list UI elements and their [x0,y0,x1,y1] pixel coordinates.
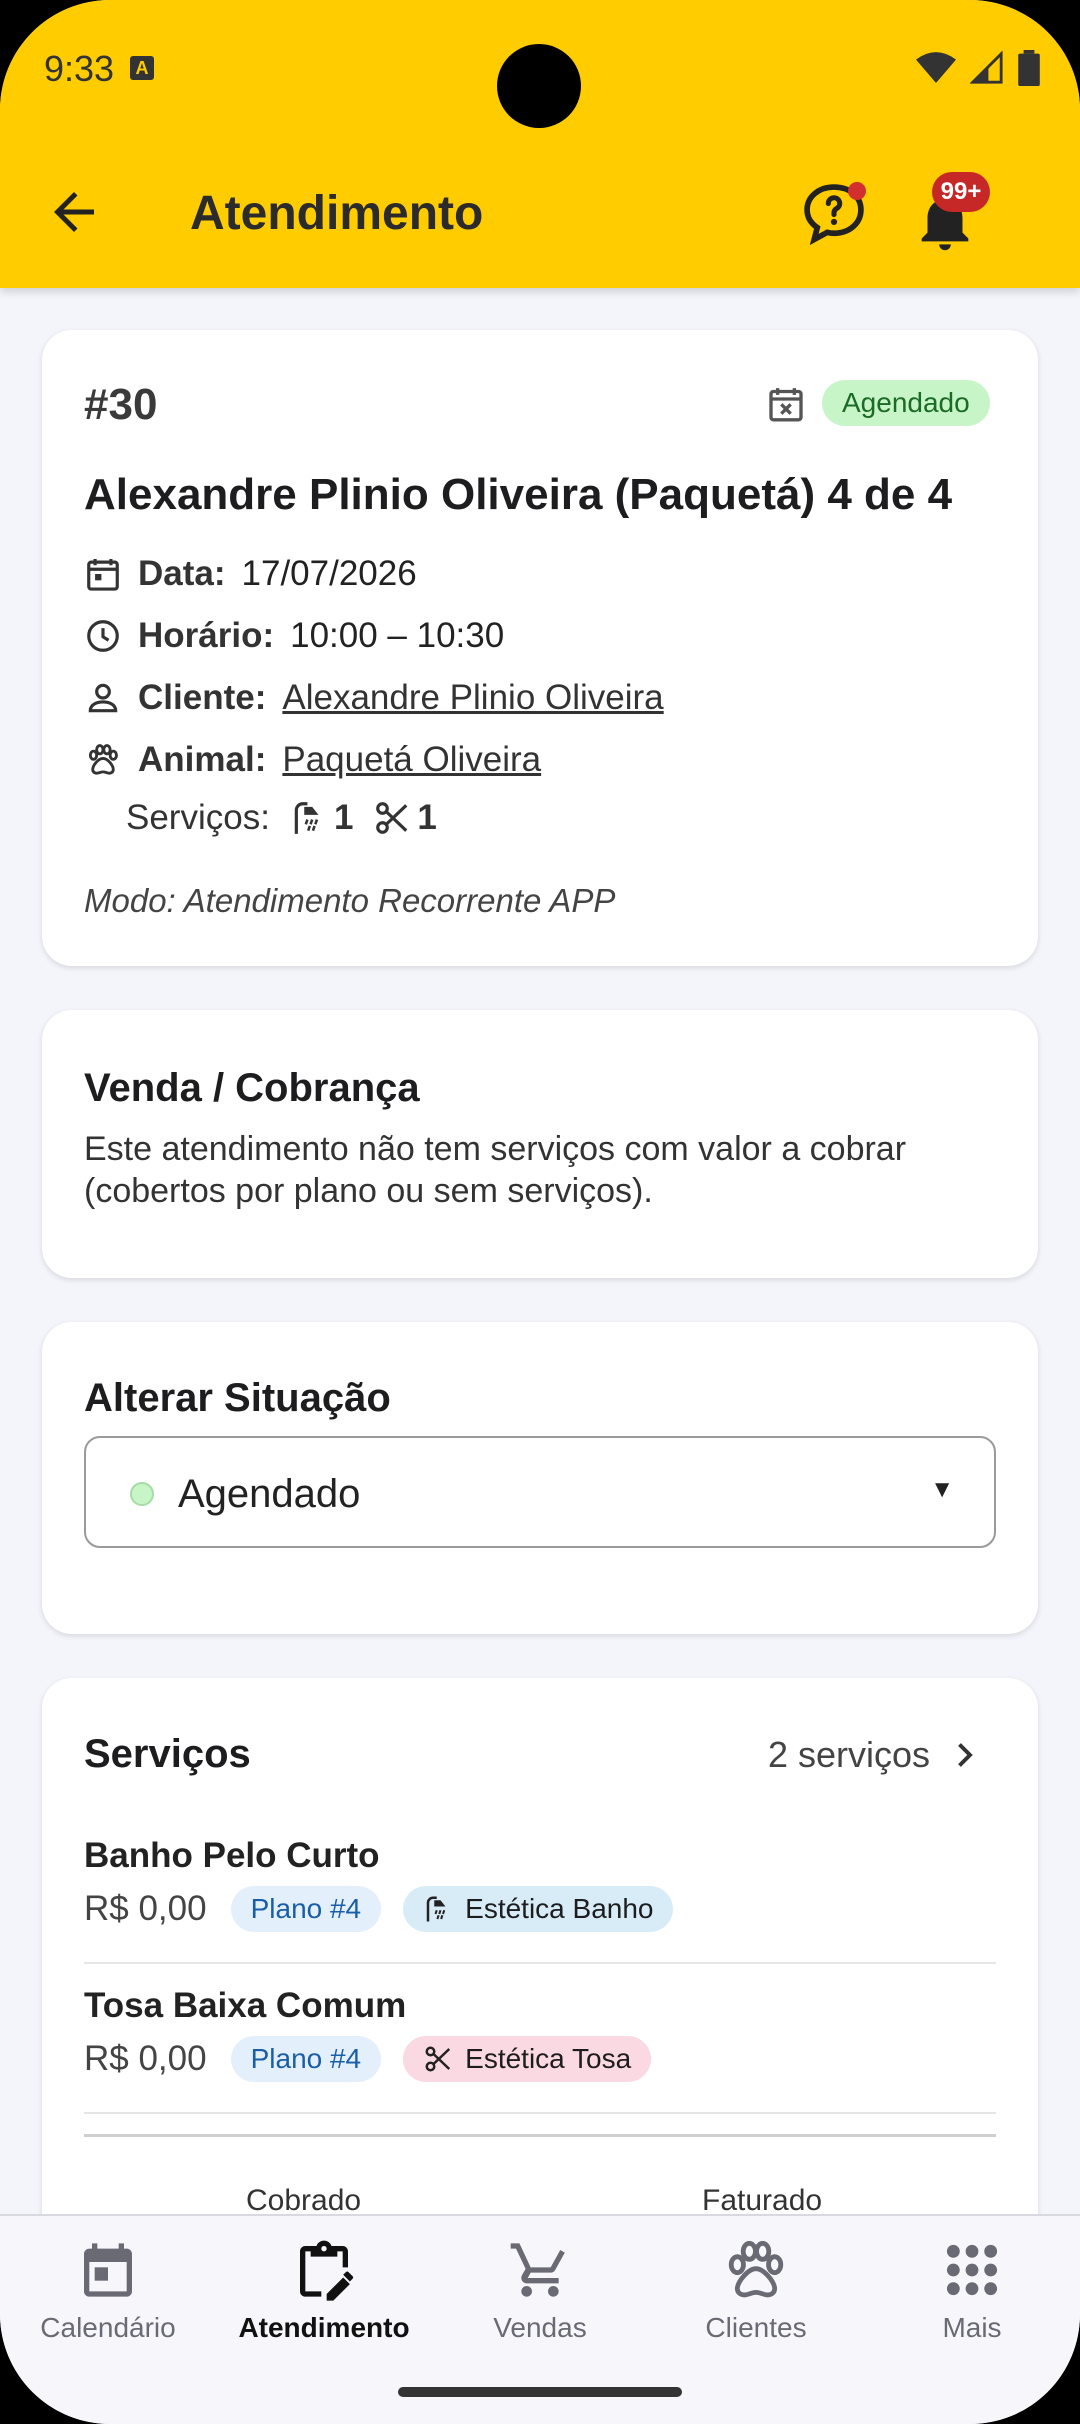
animal-row: Animal: Paquetá Oliveira [84,740,541,780]
services-card: Serviços 2 serviços Banho Pelo Curto R$ … [42,1678,1038,2278]
plan-chip: Plano #4 [230,1886,382,1932]
services-count: 2 serviços [767,1734,930,1775]
person-icon [88,683,118,713]
battery-icon [1018,50,1040,86]
cart-icon [510,2243,565,2297]
gesture-home-bar[interactable] [398,2387,682,2397]
service-name: Banho Pelo Curto [84,1836,380,1875]
status-color-dot [130,1482,154,1506]
services-count-link[interactable]: 2 serviços [768,1734,982,1776]
service-price: R$ 0,00 [84,2039,207,2078]
billing-title: Venda / Cobrança [84,1066,420,1110]
appointment-number: #30 [84,380,158,429]
category-label: Estética Tosa [465,2043,632,2074]
clock-icon [87,620,119,652]
status-select-value: Agendado [178,1472,361,1516]
signal-icon [970,51,1003,84]
camera-cutout [497,44,581,128]
back-arrow-icon[interactable] [44,182,104,242]
status-badge: Agendado [822,380,990,426]
screen: 9:33 A Atendimento 99+ #30 Agendado Alex… [0,0,1080,2424]
services-title: Serviços [84,1732,251,1776]
category-label: Estética Banho [465,1893,654,1924]
nav-label: Mais [942,2312,1002,2343]
calendar-icon [87,558,119,591]
animal-label: Animal: [138,740,267,779]
divider [84,1962,996,1964]
services-summary: Serviços: 1 1 [126,798,437,838]
scissors-icon [376,802,408,834]
nav-clients[interactable]: Clientes [648,2238,864,2344]
change-status-title: Alterar Situação [84,1376,391,1420]
date-value: 17/07/2026 [241,554,417,593]
client-label: Cliente: [138,678,267,717]
appointment-mode: Modo: Atendimento Recorrente APP [84,882,616,919]
app-bar: 9:33 A Atendimento 99+ [0,0,1080,288]
time-label: Horário: [138,616,275,655]
plan-chip: Plano #4 [230,2036,382,2082]
nav-sales[interactable]: Vendas [432,2238,648,2344]
animal-link[interactable]: Paquetá Oliveira [282,740,541,780]
invoiced-label: Faturado [702,2184,823,2217]
shower-icon [426,1896,446,1922]
time-row: Horário: 10:00 – 10:30 [84,616,504,656]
bath-count: 1 [290,798,353,838]
nav-label: Calendário [40,2312,176,2343]
status-select[interactable]: Agendado ▼ [84,1436,996,1548]
category-chip: Estética Tosa [403,2036,652,2082]
nav-label: Vendas [493,2312,587,2343]
clipboard-edit-icon [300,2240,354,2301]
dropdown-arrow-icon: ▼ [930,1476,954,1503]
nav-label: Atendimento [238,2312,410,2343]
date-label: Data: [138,554,226,593]
nav-label: Clientes [705,2312,807,2343]
grooming-count-value: 1 [417,798,437,837]
client-row: Cliente: Alexandre Plinio Oliveira [84,678,664,718]
service-name: Tosa Baixa Comum [84,1986,407,2025]
charged-label: Cobrado [246,2184,362,2217]
paw-icon [728,2240,784,2298]
billing-description: Este atendimento não tem serviços com va… [84,1130,907,1210]
scissors-icon [425,2046,451,2072]
services-label: Serviços: [126,798,270,837]
service-price: R$ 0,00 [84,1889,207,1928]
notification-badge: 99+ [932,172,990,212]
help-unread-dot [848,182,866,200]
totals-divider [84,2134,996,2137]
category-chip: Estética Banho [403,1886,674,1932]
text-input-indicator-icon: A [130,56,154,80]
grooming-count: 1 [373,798,437,838]
service-item[interactable]: Tosa Baixa Comum R$ 0,00 Plano #4 Estéti… [84,1986,996,2082]
chevron-right-icon [958,1743,973,1767]
change-status-card: Alterar Situação Agendado ▼ [42,1322,1038,1634]
paw-icon [88,744,118,775]
client-link[interactable]: Alexandre Plinio Oliveira [282,678,663,718]
page-title: Atendimento [190,187,484,240]
nav-calendar[interactable]: Calendário [0,2238,216,2344]
status-time: 9:33 [44,48,115,89]
time-value: 10:00 – 10:30 [290,616,505,655]
divider [84,2112,996,2114]
wifi-icon [916,52,956,83]
billing-card: Venda / Cobrança Este atendimento não te… [42,1010,1038,1278]
bath-count-value: 1 [333,798,354,837]
nav-appointment[interactable]: Atendimento [216,2238,432,2344]
shower-icon [294,802,319,834]
status-icons [916,50,1040,86]
appointment-card: #30 Agendado Alexandre Plinio Oliveira (… [42,330,1038,966]
service-item[interactable]: Banho Pelo Curto R$ 0,00 Plano #4 Estéti… [84,1836,996,1932]
grid-dots-icon [946,2244,998,2296]
calendar-cancel-icon[interactable] [766,384,806,424]
appointment-title: Alexandre Plinio Oliveira (Paquetá) 4 de… [84,470,953,519]
nav-more[interactable]: Mais [864,2238,1080,2344]
date-row: Data: 17/07/2026 [84,554,417,594]
calendar-icon [84,2243,132,2297]
